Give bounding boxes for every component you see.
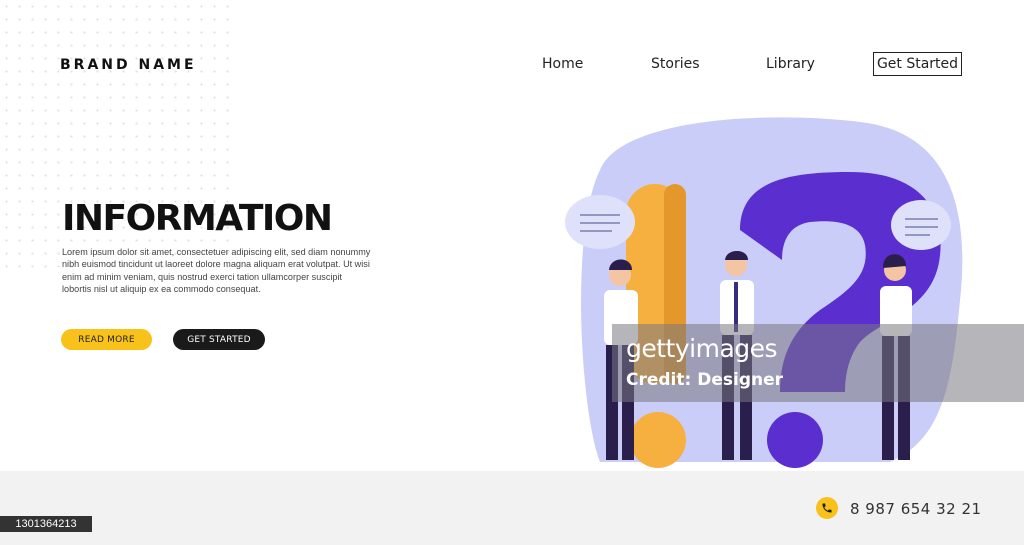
nav-stories[interactable]: Stories [651, 56, 700, 72]
speech-bubble-right [891, 200, 951, 250]
phone-icon [816, 497, 838, 519]
watermark-credit: Credit: Designer [626, 370, 784, 390]
watermark-logo: gettyimages [626, 334, 778, 363]
hero-body: Lorem ipsum dolor sit amet, consectetuer… [62, 247, 371, 295]
phone-number: 8 987 654 32 21 [850, 500, 982, 518]
hero-title: INFORMATION [62, 198, 333, 239]
nav-home[interactable]: Home [542, 56, 583, 72]
question-dot [767, 412, 823, 468]
read-more-button[interactable]: READ MORE [61, 329, 152, 350]
get-started-nav-button[interactable]: Get Started [873, 52, 962, 76]
question-exclamation-illustration [565, 117, 963, 468]
nav-library[interactable]: Library [766, 56, 815, 72]
get-started-button[interactable]: GET STARTED [173, 329, 265, 350]
speech-bubble-left [565, 195, 635, 249]
main-nav: Home Stories Library Get Started [0, 52, 1024, 78]
exclamation-dot [630, 412, 686, 468]
watermark-overlay: gettyimages Credit: Designer [612, 324, 1024, 402]
image-id-badge: 1301364213 [0, 516, 92, 532]
